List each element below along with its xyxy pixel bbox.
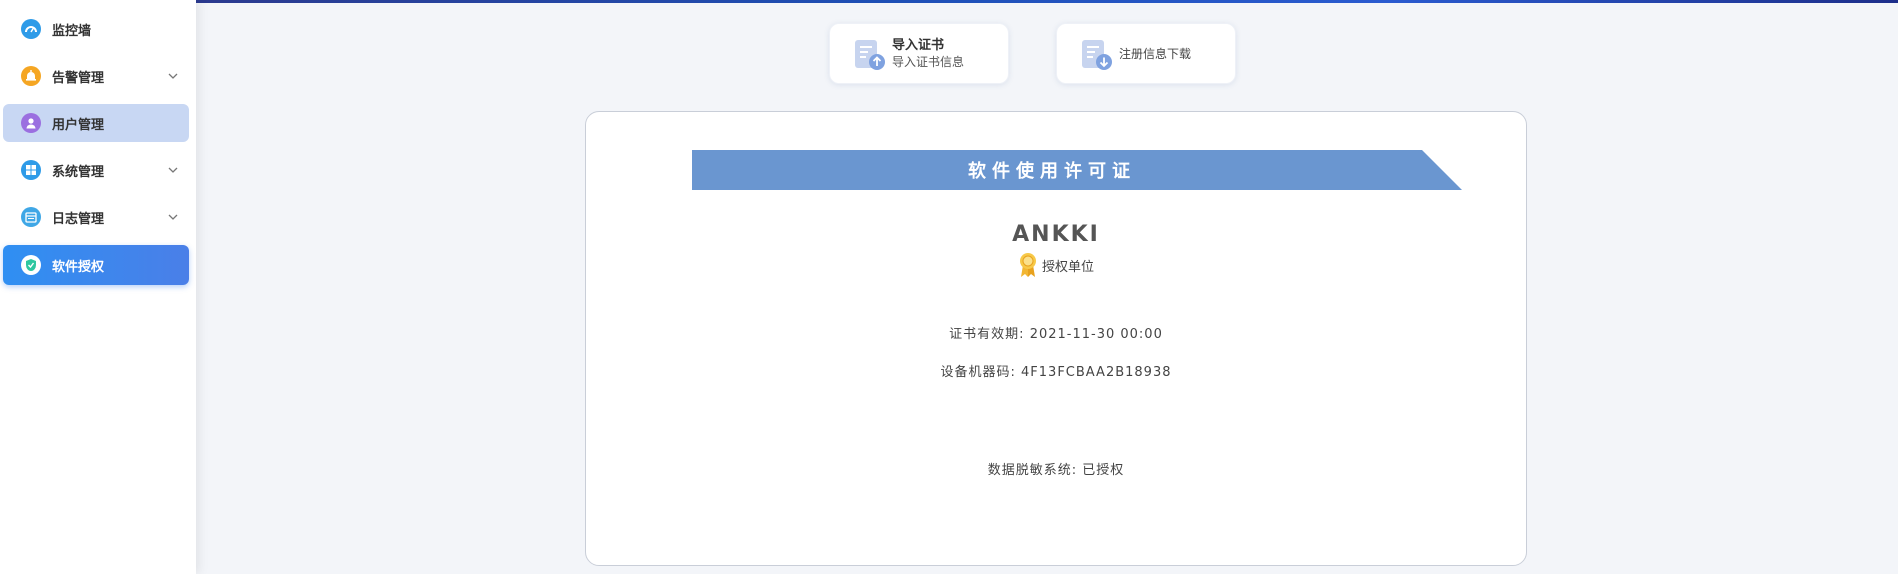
company-name: ANKKI xyxy=(1012,222,1100,247)
sidebar-item-label: 用户管理 xyxy=(52,117,105,133)
sidebar-item-label: 日志管理 xyxy=(52,211,105,227)
validity-label: 证书有效期: xyxy=(949,327,1025,342)
download-registration-label: 注册信息下载 xyxy=(1119,46,1192,61)
chevron-down-icon[interactable] xyxy=(167,211,179,223)
license-certificate-card: 软件使用许可证 ANKKI 授权单位 证书有效期: 2021-11-30 00:… xyxy=(585,111,1527,566)
dashboard-gauge-icon xyxy=(21,19,41,39)
machine-code-label: 设备机器码: xyxy=(940,365,1016,380)
log-calendar-icon xyxy=(21,207,41,227)
sidebar-item-software-license[interactable]: 软件授权 xyxy=(3,245,189,285)
import-certificate-button[interactable]: 导入证书 导入证书信息 xyxy=(829,23,1009,84)
sidebar-item-alarm-management[interactable]: 告警管理 xyxy=(3,57,189,95)
authorized-unit: 授权单位 xyxy=(586,252,1526,278)
chevron-down-icon[interactable] xyxy=(167,70,179,82)
shield-check-icon xyxy=(21,255,41,275)
validity-value: 2021-11-30 00:00 xyxy=(1029,327,1163,342)
windows-grid-icon xyxy=(21,160,41,180)
certificate-title: 软件使用许可证 xyxy=(968,161,1136,182)
sidebar-item-label: 软件授权 xyxy=(52,259,105,275)
sidebar-item-user-management[interactable]: 用户管理 xyxy=(3,104,189,142)
machine-code-value: 4F13FCBAA2B18938 xyxy=(1021,365,1172,380)
system-license-line: 数据脱敏系统: 已授权 xyxy=(586,459,1526,478)
download-registration-button[interactable]: 注册信息下载 xyxy=(1056,23,1236,84)
sidebar-item-system-management[interactable]: 系统管理 xyxy=(3,151,189,189)
sidebar-item-monitor-wall[interactable]: 监控墙 xyxy=(3,10,189,48)
sidebar-item-log-management[interactable]: 日志管理 xyxy=(3,198,189,236)
chevron-down-icon[interactable] xyxy=(167,164,179,176)
import-certificate-title: 导入证书 xyxy=(892,38,945,53)
sidebar-item-label: 系统管理 xyxy=(52,164,105,180)
validity-line: 证书有效期: 2021-11-30 00:00 xyxy=(586,323,1526,342)
award-medal-icon xyxy=(1019,253,1036,277)
import-document-icon xyxy=(855,39,885,70)
certificate-banner: 软件使用许可证 xyxy=(692,150,1462,190)
system-license-label: 数据脱敏系统: xyxy=(987,463,1078,478)
user-icon xyxy=(21,113,41,133)
alarm-bell-icon xyxy=(21,66,41,86)
sidebar-item-label: 告警管理 xyxy=(52,70,105,86)
import-certificate-subtitle: 导入证书信息 xyxy=(892,55,965,69)
sidebar: 监控墙 告警管理 用户管理 系统管理 日志管理 软件授权 xyxy=(0,0,196,574)
sidebar-item-label: 监控墙 xyxy=(52,23,92,39)
system-license-value: 已授权 xyxy=(1082,463,1125,478)
machine-code-line: 设备机器码: 4F13FCBAA2B18938 xyxy=(586,361,1526,380)
main-content: 导入证书 导入证书信息 注册信息下载 软件使用许可证 ANKKI 授权单位 证书… xyxy=(196,3,1898,574)
download-document-icon xyxy=(1082,39,1112,70)
authorized-unit-label: 授权单位 xyxy=(1041,259,1094,275)
